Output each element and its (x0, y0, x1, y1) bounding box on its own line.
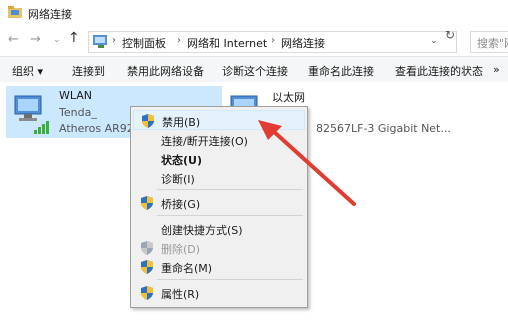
wlan-name: WLAN (59, 89, 93, 102)
connect-to-button[interactable]: 连接到 (72, 63, 105, 79)
organize-menu[interactable]: 组织 ▾ (12, 63, 43, 79)
menu-item-label: 创建快捷方式(S) (161, 224, 243, 237)
network-folder-icon (8, 6, 22, 18)
breadcrumb-network-connections[interactable]: 网络连接 (281, 35, 325, 51)
menu-item-label: 属性(R) (161, 288, 200, 301)
menu-item-label: 桥接(G) (161, 198, 201, 211)
uac-shield-icon (141, 196, 153, 210)
menu-item-label: 状态(U) (161, 154, 202, 167)
uac-shield-icon (141, 286, 153, 300)
diagnose-button[interactable]: 诊断这个连接 (222, 63, 288, 79)
wlan-adapter: Atheros AR927 (59, 122, 141, 135)
uac-shield-icon (141, 260, 153, 274)
breadcrumb-separator: › (177, 35, 181, 46)
menu-item-create-shortcut[interactable]: 创建快捷方式(S) (133, 219, 305, 239)
rename-button[interactable]: 重命名此连接 (308, 63, 374, 79)
menu-item-properties[interactable]: 属性(R) (133, 283, 305, 303)
breadcrumb-separator: › (112, 35, 116, 46)
menu-item-label: 诊断(I) (161, 173, 195, 186)
menu-item-rename[interactable]: 重命名(M) (133, 257, 305, 277)
forward-button[interactable]: → (30, 32, 41, 47)
window-title: 网络连接 (28, 8, 72, 21)
menu-separator (157, 215, 303, 216)
menu-item-label: 连接/断开连接(O) (161, 135, 248, 148)
wlan-ssid: Tenda_ (59, 106, 97, 119)
breadcrumb-separator: › (271, 35, 275, 46)
address-bar[interactable]: › 控制面板 › 网络和 Internet › 网络连接 ⌄ (88, 31, 457, 53)
breadcrumb-network-internet[interactable]: 网络和 Internet (187, 35, 267, 51)
menu-item-label: 删除(D) (161, 243, 201, 256)
search-placeholder: 搜索"网 (477, 37, 508, 50)
menu-item-label: 重命名(M) (161, 262, 213, 275)
address-row: ← → ⌄ ↑ › 控制面板 › 网络和 Internet › 网络连接 ⌄ ↻… (0, 26, 508, 56)
back-button[interactable]: ← (8, 32, 19, 47)
recent-locations-button[interactable]: ⌄ (53, 35, 61, 45)
more-commands-button[interactable]: » (493, 63, 500, 76)
refresh-icon[interactable]: ↻ (445, 28, 455, 42)
disable-device-button[interactable]: 禁用此网络设备 (127, 63, 204, 79)
view-status-button[interactable]: 查看此连接的状态 (395, 63, 483, 79)
red-arrow-annotation (258, 120, 356, 206)
wireless-adapter-icon (14, 95, 49, 134)
ethernet-name: 以太网 (272, 91, 305, 104)
uac-shield-icon (141, 241, 153, 255)
control-panel-icon (93, 35, 107, 48)
chevron-down-icon[interactable]: ⌄ (430, 36, 438, 46)
menu-separator (157, 279, 303, 280)
command-bar: 组织 ▾ 连接到 禁用此网络设备 诊断这个连接 重命名此连接 查看此连接的状态 … (0, 56, 508, 83)
uac-shield-icon (142, 114, 154, 128)
title-bar: 网络连接 (0, 0, 508, 26)
breadcrumb-control-panel[interactable]: 控制面板 (122, 35, 166, 51)
up-button[interactable]: ↑ (68, 30, 80, 46)
menu-item-label: 禁用(B) (162, 116, 201, 129)
search-input[interactable]: 搜索"网 (470, 31, 508, 53)
menu-item-delete[interactable]: 删除(D) (133, 238, 305, 258)
